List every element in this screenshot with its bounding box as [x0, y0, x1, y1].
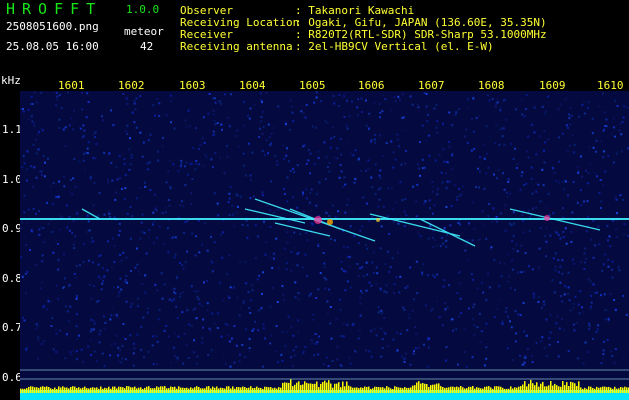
spectrogram-window: HROFFT 1.0.0 2508051600.png 25.08.05 16:…: [0, 0, 629, 400]
y-tick: 1.0: [2, 173, 22, 186]
meteor-label: meteor: [124, 25, 164, 38]
meteor-head: [327, 219, 333, 225]
y-tick: 0.6: [2, 371, 22, 384]
y-tick: 0.7: [2, 321, 22, 334]
date-time: 25.08.05 16:00: [6, 40, 99, 53]
meteor-head: [544, 215, 550, 221]
y-tick: 1.1: [2, 123, 22, 136]
spectrum-background: [20, 91, 629, 400]
meteor-head: [314, 216, 322, 224]
app-version: 1.0.0: [126, 3, 160, 16]
meteor-head: [376, 218, 380, 222]
meteor-count: 42: [140, 40, 154, 53]
app-title: HROFFT: [6, 0, 103, 18]
y-tick: 0.8: [2, 272, 22, 285]
spectrogram-plot: [20, 91, 629, 400]
info-antenna: Receiving antenna: 2el-HB9CV Vertical (e…: [180, 40, 494, 53]
y-axis-unit: kHz: [1, 74, 21, 87]
file-name: 2508051600.png: [6, 20, 99, 33]
y-tick: 0.9: [2, 222, 22, 235]
